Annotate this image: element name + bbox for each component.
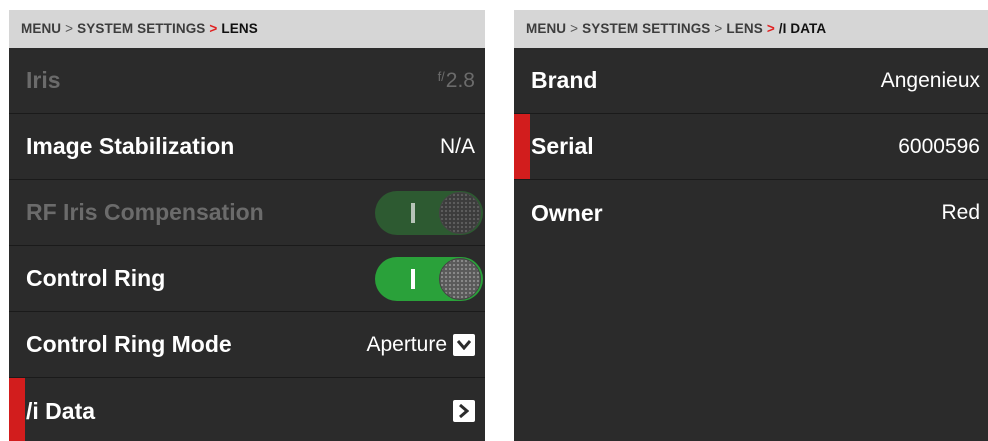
toggle-knob xyxy=(439,191,481,234)
breadcrumb: MENU > SYSTEM SETTINGS > LENS xyxy=(9,10,485,48)
menu-row-control-ring-mode[interactable]: Control Ring Mode Aperture xyxy=(9,312,485,378)
menu-row-control-ring[interactable]: Control Ring xyxy=(9,246,485,312)
toggle-knob xyxy=(439,257,481,300)
toggle-on-indicator xyxy=(411,202,415,223)
control-ring-toggle[interactable] xyxy=(375,256,483,301)
menu-row-i-data[interactable]: /i Data xyxy=(9,378,485,441)
breadcrumb-separator-active: > xyxy=(209,21,218,36)
breadcrumb-separator: > xyxy=(714,21,723,36)
iris-value: f/2.8 xyxy=(438,69,475,93)
image-stabilization-value: N/A xyxy=(439,134,475,158)
breadcrumb-i-data: /I DATA xyxy=(778,21,827,36)
menu-row-iris: Iris f/2.8 xyxy=(9,48,485,114)
breadcrumb-system-settings[interactable]: SYSTEM SETTINGS xyxy=(582,21,710,36)
lens-menu-panel: MENU > SYSTEM SETTINGS > LENS Iris f/2.8 Ima… xyxy=(9,10,485,441)
brand-value: Angenieux xyxy=(880,68,980,92)
serial-value: 6000596 xyxy=(898,134,980,158)
row-label: Owner xyxy=(531,199,603,226)
row-label: Control Ring xyxy=(26,265,166,291)
info-row-serial[interactable]: Serial 6000596 xyxy=(514,114,988,180)
row-label: Serial xyxy=(531,133,594,159)
control-ring-mode-select[interactable]: Aperture xyxy=(366,333,475,357)
info-row-owner: Owner Red xyxy=(514,180,988,246)
owner-value: Red xyxy=(941,201,980,224)
breadcrumb-system-settings[interactable]: SYSTEM SETTINGS xyxy=(77,21,205,36)
menu-row-image-stabilization[interactable]: Image Stabilization N/A xyxy=(9,114,485,180)
row-label: Control Ring Mode xyxy=(26,331,232,357)
breadcrumb-lens: LENS xyxy=(221,21,258,36)
menu-row-rf-iris-compensation: RF Iris Compensation xyxy=(9,180,485,246)
breadcrumb-lens[interactable]: LENS xyxy=(726,21,762,36)
selection-indicator xyxy=(9,378,25,441)
row-label: Iris xyxy=(26,67,61,93)
row-label: Brand xyxy=(531,67,598,93)
f-stop-prefix: f/ xyxy=(437,69,445,84)
breadcrumb-separator-active: > xyxy=(766,21,775,36)
control-ring-mode-value: Aperture xyxy=(366,332,447,356)
info-row-brand: Brand Angenieux xyxy=(514,48,988,114)
selection-indicator xyxy=(514,114,530,179)
breadcrumb-separator: > xyxy=(570,21,579,36)
breadcrumb-separator: > xyxy=(65,21,74,36)
breadcrumb-menu[interactable]: MENU xyxy=(21,21,61,36)
toggle-on-indicator xyxy=(411,268,415,289)
breadcrumb: MENU > SYSTEM SETTINGS > LENS >/I DATA xyxy=(514,10,988,48)
rf-iris-compensation-toggle xyxy=(375,190,483,235)
dropdown-icon[interactable] xyxy=(453,333,475,356)
iris-number: 2.8 xyxy=(445,68,475,92)
row-label: /i Data xyxy=(26,397,96,424)
i-data-panel: MENU > SYSTEM SETTINGS > LENS >/I DATA Brand … xyxy=(514,10,988,441)
row-label: Image Stabilization xyxy=(26,133,235,159)
chevron-right-icon[interactable] xyxy=(453,400,475,422)
breadcrumb-menu[interactable]: MENU xyxy=(526,21,566,36)
row-label: RF Iris Compensation xyxy=(26,199,264,225)
